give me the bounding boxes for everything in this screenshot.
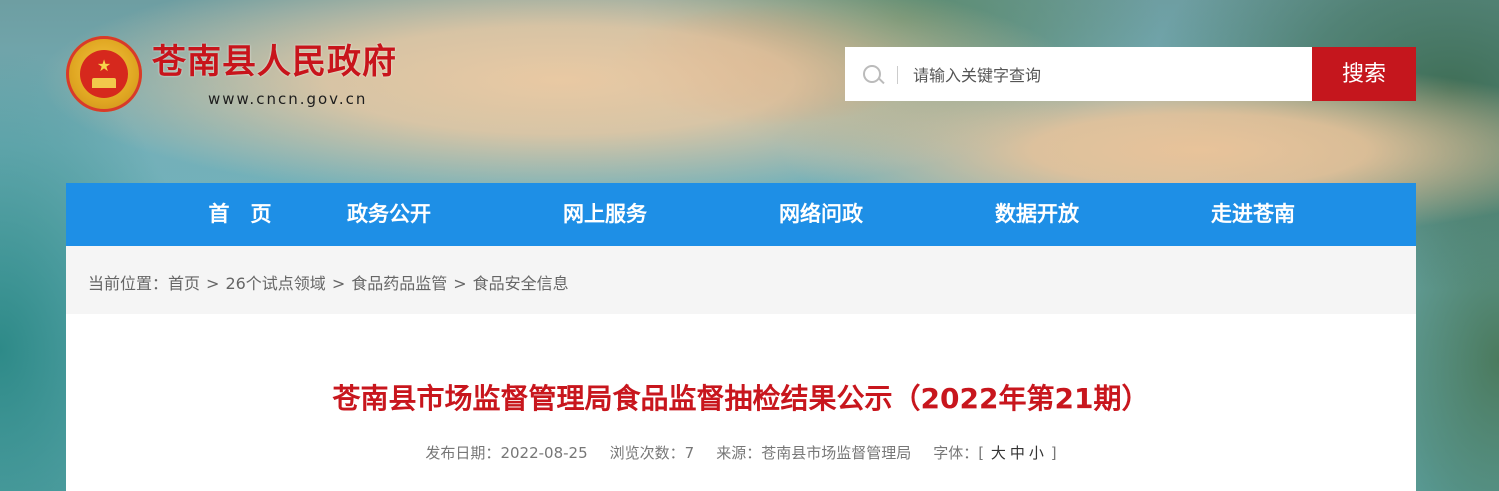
nav-item-about-cangnan[interactable]: 走进苍南 — [1173, 183, 1333, 246]
breadcrumb-bar: 当前位置：首页 >26个试点领域 > 食品药品监管 > 食品安全信息 — [66, 246, 1416, 314]
nav-item-online-inquiry[interactable]: 网络问政 — [741, 183, 901, 246]
nav-item-home[interactable]: 首 页 — [160, 183, 320, 246]
publish-date-label: 发布日期： — [425, 444, 501, 462]
breadcrumb-home[interactable]: 首页 — [168, 274, 200, 293]
breadcrumb-prefix: 当前位置： — [88, 274, 169, 293]
breadcrumb-separator: > — [331, 274, 346, 293]
font-size-large[interactable]: 大 — [991, 444, 1006, 462]
search-divider — [897, 66, 898, 84]
nav-item-government-affairs[interactable]: 政务公开 — [309, 183, 469, 246]
source-label: 来源： — [716, 444, 762, 462]
search-input[interactable] — [911, 59, 1295, 91]
article-meta: 发布日期：2022-08-25 浏览次数：7 来源：苍南县市场监督管理局 字体：[ 大… — [66, 442, 1416, 463]
breadcrumb-separator: > — [206, 274, 220, 293]
font-size-medium[interactable]: 中 — [1010, 444, 1025, 462]
font-bracket-open: [ — [978, 444, 985, 462]
views-label: 浏览次数： — [609, 444, 685, 462]
site-header: ★ 苍南县人民政府 www.cncn.gov.cn 搜索 — [0, 0, 1499, 183]
article-title: 苍南县市场监督管理局食品监督抽检结果公示（2022年第21期） — [332, 382, 1150, 415]
nav-item-open-data[interactable]: 数据开放 — [957, 183, 1117, 246]
content-area: 当前位置：首页 >26个试点领域 > 食品药品监管 > 食品安全信息 苍南县市场监督管理局… — [66, 246, 1416, 491]
font-size-small[interactable]: 小 — [1029, 444, 1044, 462]
publish-date: 2022-08-25 — [500, 444, 588, 462]
breadcrumb-food-safety[interactable]: 食品安全信息 — [473, 274, 569, 293]
site-url: www.cncn.gov.cn — [208, 90, 368, 108]
site-title[interactable]: 苍南县人民政府 — [152, 42, 397, 82]
font-bracket-close: ] — [1050, 444, 1057, 462]
views-count: 7 — [684, 444, 695, 462]
national-emblem-icon: ★ — [66, 36, 142, 112]
breadcrumb-food-drug[interactable]: 食品药品监管 — [351, 274, 447, 293]
source-value: 苍南县市场监督管理局 — [761, 444, 912, 462]
font-size-label: 字体： — [933, 444, 979, 462]
breadcrumb: 当前位置：首页 >26个试点领域 > 食品药品监管 > 食品安全信息 — [88, 270, 569, 294]
nav-item-online-services[interactable]: 网上服务 — [525, 183, 685, 246]
search-icon — [863, 65, 881, 83]
search-button[interactable]: 搜索 — [1312, 47, 1416, 101]
breadcrumb-pilot-fields[interactable]: 26个试点领域 — [225, 274, 325, 293]
main-nav: 首 页 政务公开 网上服务 网络问政 数据开放 走进苍南 — [66, 183, 1416, 246]
breadcrumb-separator: > — [453, 274, 467, 293]
search-box — [845, 47, 1312, 101]
